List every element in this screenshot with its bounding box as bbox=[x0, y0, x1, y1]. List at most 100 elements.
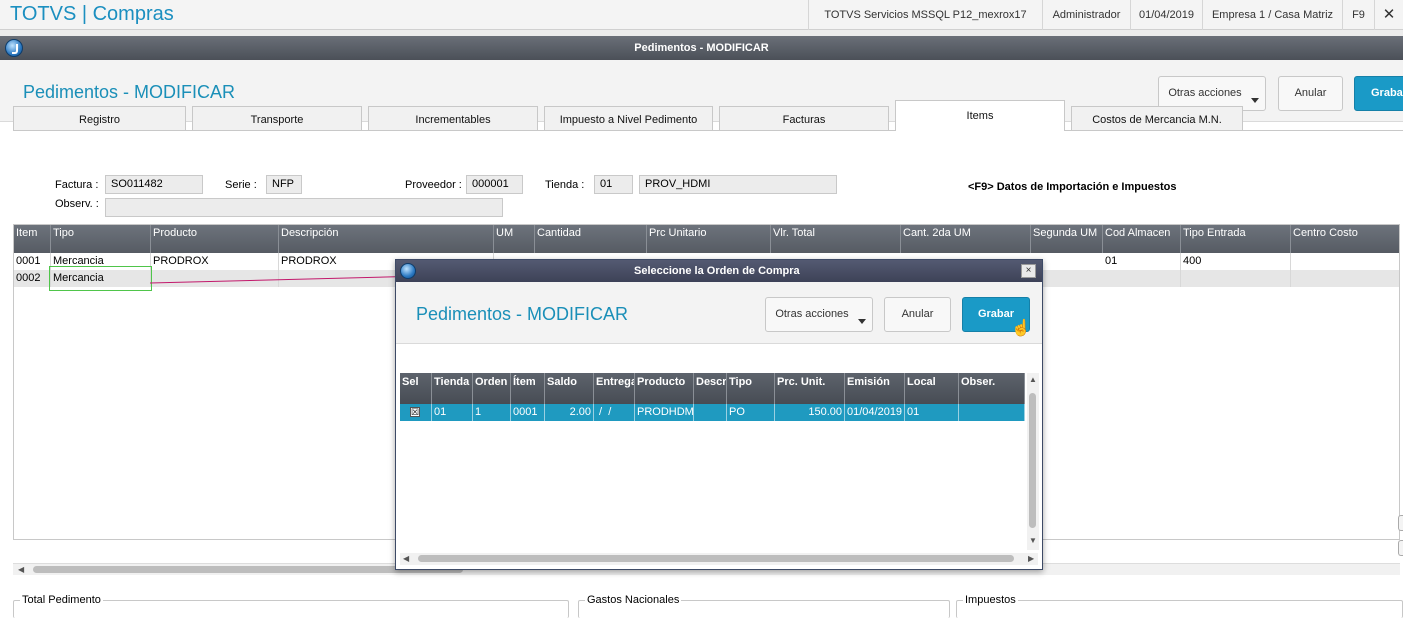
cell-descr[interactable] bbox=[694, 404, 727, 421]
col-emision[interactable]: Emisión bbox=[845, 373, 905, 404]
proveedor-label: Proveedor : bbox=[405, 179, 462, 191]
cell-tienda[interactable]: 01 bbox=[432, 404, 473, 421]
panel-label: Impuestos bbox=[963, 594, 1018, 606]
cell-producto[interactable]: PRODHDMI bbox=[635, 404, 694, 421]
f9-hint: <F9> Datos de Importación e Impuestos bbox=[968, 181, 1177, 193]
user-name[interactable]: Administrador bbox=[1042, 0, 1130, 30]
dialog-hscrollbar[interactable]: ◀ ▶ bbox=[400, 553, 1038, 565]
tab-registro[interactable]: Registro bbox=[13, 106, 186, 130]
panel-label: Gastos Nacionales bbox=[585, 594, 682, 606]
company-selector[interactable]: Empresa 1 / Casa Matriz bbox=[1202, 0, 1342, 30]
col-item[interactable]: Ítem bbox=[511, 373, 545, 404]
tab-costos-mercancia[interactable]: Costos de Mercancia M.N. bbox=[1071, 106, 1243, 130]
col-producto[interactable]: Producto bbox=[151, 225, 279, 253]
col-tipo[interactable]: Tipo bbox=[727, 373, 775, 404]
tab-impuesto-nivel-pedimento[interactable]: Impuesto a Nivel Pedimento bbox=[544, 106, 713, 130]
cell-centro-costo[interactable] bbox=[1291, 253, 1399, 270]
cell-producto[interactable] bbox=[151, 270, 279, 287]
cell-item[interactable]: 0001 bbox=[511, 404, 545, 421]
col-cant-2da-um[interactable]: Cant. 2da UM bbox=[901, 225, 1031, 253]
f9-shortcut[interactable]: F9 bbox=[1342, 0, 1374, 30]
cell-item[interactable]: 0002 bbox=[14, 270, 51, 287]
system-date[interactable]: 01/04/2019 bbox=[1130, 0, 1202, 30]
cell-item[interactable]: 0001 bbox=[14, 253, 51, 270]
items-grid-header: Item Tipo Producto Descripción UM Cantid… bbox=[14, 225, 1399, 253]
col-tipo-entrada[interactable]: Tipo Entrada bbox=[1181, 225, 1291, 253]
tab-incrementables[interactable]: Incrementables bbox=[368, 106, 538, 130]
col-vlr-total[interactable]: Vlr. Total bbox=[771, 225, 901, 253]
more-actions-label: Otras acciones bbox=[775, 308, 849, 320]
col-segunda-um[interactable]: Segunda UM bbox=[1031, 225, 1103, 253]
cell-tipo[interactable]: PO bbox=[727, 404, 775, 421]
scroll-up-icon[interactable]: ▲ bbox=[1029, 375, 1037, 384]
col-cod-almacen[interactable]: Cod Almacen bbox=[1103, 225, 1181, 253]
panel-total-pedimento: Total Pedimento bbox=[13, 594, 569, 618]
proveedor-field[interactable]: 000001 bbox=[466, 175, 523, 194]
side-handle[interactable] bbox=[1398, 515, 1403, 531]
col-um[interactable]: UM bbox=[494, 225, 535, 253]
col-local[interactable]: Local bbox=[905, 373, 959, 404]
cell-obser[interactable] bbox=[959, 404, 1025, 421]
checkbox-checked[interactable]: ☒ bbox=[410, 407, 420, 417]
tab-items[interactable]: Items bbox=[895, 100, 1065, 131]
close-icon[interactable]: × bbox=[1021, 264, 1036, 278]
dialog-more-actions-button[interactable]: Otras acciones bbox=[765, 297, 873, 332]
tab-transporte[interactable]: Transporte bbox=[192, 106, 362, 130]
col-descr[interactable]: Descr bbox=[694, 373, 727, 404]
purchase-order-grid: Sel Tienda Orden Ítem Saldo Entrega Prod… bbox=[400, 373, 1025, 550]
close-app-icon[interactable]: ✕ bbox=[1374, 0, 1403, 30]
cell-entrega[interactable]: / / bbox=[594, 404, 635, 421]
cell-tipo-entrada[interactable] bbox=[1181, 270, 1291, 287]
cell-prc-unit[interactable]: 150.00 bbox=[775, 404, 845, 421]
cell-tipo-entrada[interactable]: 400 bbox=[1181, 253, 1291, 270]
col-cantidad[interactable]: Cantidad bbox=[535, 225, 647, 253]
col-saldo[interactable]: Saldo bbox=[545, 373, 594, 404]
col-prc-unit[interactable]: Prc. Unit. bbox=[775, 373, 845, 404]
folder-tabs: Registro Transporte Incrementables Impue… bbox=[0, 100, 1403, 131]
cell-orden[interactable]: 1 bbox=[473, 404, 511, 421]
serie-field[interactable]: NFP bbox=[266, 175, 302, 194]
scroll-left-icon[interactable]: ◀ bbox=[18, 565, 24, 574]
scroll-left-icon[interactable]: ◀ bbox=[403, 554, 409, 563]
cell-emision[interactable]: 01/04/2019 bbox=[845, 404, 905, 421]
col-producto[interactable]: Producto bbox=[635, 373, 694, 404]
observ-field[interactable] bbox=[105, 198, 503, 217]
col-tipo[interactable]: Tipo bbox=[51, 225, 151, 253]
dialog-vscrollbar[interactable]: ▲ ▼ bbox=[1027, 373, 1039, 550]
cell-centro-costo[interactable] bbox=[1291, 270, 1399, 287]
col-orden[interactable]: Orden bbox=[473, 373, 511, 404]
dialog-cancel-button[interactable]: Anular bbox=[884, 297, 951, 332]
factura-field[interactable]: SO011482 bbox=[105, 175, 203, 194]
tienda-field[interactable]: 01 bbox=[594, 175, 633, 194]
dialog-header: Pedimentos - MODIFICAR Otras acciones An… bbox=[396, 282, 1042, 344]
side-handle[interactable] bbox=[1398, 540, 1403, 556]
dialog-title: Seleccione la Orden de Compra bbox=[634, 265, 800, 277]
table-row[interactable]: ☒ 01 1 0001 2.00 / / PRODHDMI PO 150.00 … bbox=[400, 404, 1025, 421]
cell-sel[interactable]: ☒ bbox=[400, 404, 432, 421]
col-entrega[interactable]: Entrega bbox=[594, 373, 635, 404]
cell-cod-almacen[interactable] bbox=[1103, 270, 1181, 287]
totvs-logo-icon bbox=[5, 39, 23, 57]
cell-local[interactable]: 01 bbox=[905, 404, 959, 421]
cell-saldo[interactable]: 2.00 bbox=[545, 404, 594, 421]
col-prc-unitario[interactable]: Prc Unitario bbox=[647, 225, 771, 253]
col-sel[interactable]: Sel bbox=[400, 373, 432, 404]
scroll-down-icon[interactable]: ▼ bbox=[1029, 536, 1037, 545]
col-tienda[interactable]: Tienda bbox=[432, 373, 473, 404]
observ-label: Observ. : bbox=[55, 198, 99, 210]
cell-producto[interactable]: PRODROX bbox=[151, 253, 279, 270]
tab-facturas[interactable]: Facturas bbox=[719, 106, 889, 130]
window-titlebar: Pedimentos - MODIFICAR bbox=[0, 36, 1403, 60]
col-centro-costo[interactable]: Centro Costo bbox=[1291, 225, 1399, 253]
col-descripcion[interactable]: Descripción bbox=[279, 225, 494, 253]
scroll-thumb[interactable] bbox=[1029, 393, 1036, 528]
scroll-thumb[interactable] bbox=[418, 555, 1014, 562]
panel-gastos-nacionales: Gastos Nacionales bbox=[578, 594, 950, 618]
tienda-name-field: PROV_HDMI bbox=[639, 175, 837, 194]
cell-cod-almacen[interactable]: 01 bbox=[1103, 253, 1181, 270]
col-obser[interactable]: Obser. bbox=[959, 373, 1025, 404]
scroll-right-icon[interactable]: ▶ bbox=[1028, 554, 1034, 563]
purchase-order-dialog: Seleccione la Orden de Compra × Pediment… bbox=[395, 259, 1043, 570]
col-item[interactable]: Item bbox=[14, 225, 51, 253]
tienda-label: Tienda : bbox=[545, 179, 585, 191]
